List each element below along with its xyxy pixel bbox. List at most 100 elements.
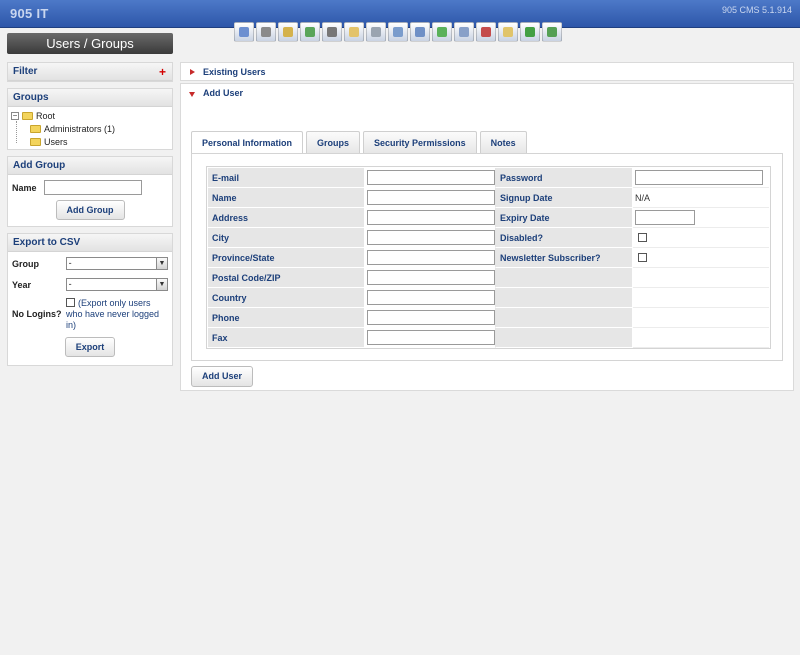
- contact-icon[interactable]: [410, 22, 430, 42]
- tools-icon[interactable]: [476, 22, 496, 42]
- users-icon[interactable]: [256, 22, 276, 42]
- tree-label-users: Users: [44, 137, 68, 147]
- mail-icon[interactable]: [344, 22, 364, 42]
- add-group-button[interactable]: Add Group: [55, 200, 125, 220]
- form-row: E-mail Password: [208, 168, 769, 188]
- form-row: Address Expiry Date: [208, 208, 769, 228]
- folder-icon: [22, 112, 33, 120]
- export-button[interactable]: Export: [64, 337, 116, 357]
- form-row: Name Signup Date N/A: [208, 188, 769, 208]
- tab-bar: Personal Information Groups Security Per…: [191, 131, 530, 154]
- fax-input[interactable]: [367, 330, 495, 345]
- groups-tree: − Root Administrators (1) Users: [8, 107, 172, 149]
- collapse-arrow-icon: [189, 92, 195, 97]
- logout-icon[interactable]: [542, 22, 562, 42]
- main-content: Existing Users Add User Personal Informa…: [180, 62, 794, 391]
- approve-icon[interactable]: [432, 22, 452, 42]
- value-cell: [633, 308, 769, 328]
- filter-heading[interactable]: Filter +: [8, 63, 172, 81]
- value-cell: [633, 208, 769, 228]
- edit-icon[interactable]: [278, 22, 298, 42]
- password-input[interactable]: [635, 170, 763, 185]
- tab-security-permissions[interactable]: Security Permissions: [363, 131, 477, 153]
- no-logins-hint: (Export only users who have never logged…: [66, 298, 160, 330]
- phone-input[interactable]: [367, 310, 495, 325]
- tab-personal-information[interactable]: Personal Information: [191, 131, 304, 154]
- chevron-down-icon[interactable]: ▼: [156, 279, 167, 290]
- province-state-label: Province/State: [208, 248, 365, 268]
- postal-code-zip-label: Postal Code/ZIP: [208, 268, 365, 288]
- disabled-label: Disabled?: [496, 228, 633, 248]
- expand-arrow-icon: [190, 69, 195, 75]
- export-panel: Export to CSV Group - ▼ Year - ▼ No Logi…: [7, 233, 173, 366]
- form-row: Postal Code/ZIP: [208, 268, 769, 288]
- form-icon[interactable]: [454, 22, 474, 42]
- note-icon[interactable]: [498, 22, 518, 42]
- image-add-icon[interactable]: [300, 22, 320, 42]
- filter-panel: Filter +: [7, 62, 173, 82]
- name-input[interactable]: [367, 190, 495, 205]
- export-heading: Export to CSV: [8, 234, 172, 252]
- province-state-input[interactable]: [367, 250, 495, 265]
- expand-plus-icon[interactable]: +: [159, 63, 166, 81]
- country-input[interactable]: [367, 290, 495, 305]
- country-label: Country: [208, 288, 365, 308]
- tab-groups[interactable]: Groups: [306, 131, 361, 153]
- value-cell: [633, 288, 769, 308]
- year-label: Year: [12, 279, 32, 290]
- value-cell: [633, 328, 769, 348]
- tree-node-root[interactable]: − Root: [11, 111, 55, 121]
- year-select[interactable]: - ▼: [65, 278, 168, 291]
- chart-icon[interactable]: [234, 22, 254, 42]
- empty-label-cell: [496, 288, 633, 308]
- newsletter-label: Newsletter Subscriber?: [496, 248, 633, 268]
- personal-info-form: E-mail Password Name Signup Date N/A Address E…: [191, 153, 783, 361]
- tree-node-users[interactable]: Users: [30, 137, 68, 147]
- chevron-down-icon[interactable]: ▼: [156, 258, 167, 269]
- form-row: City Disabled?: [208, 228, 769, 248]
- collapse-icon[interactable]: −: [11, 112, 19, 120]
- add-user-header[interactable]: Add User: [180, 83, 794, 102]
- group-select[interactable]: - ▼: [65, 257, 168, 270]
- main-toolbar: [234, 22, 564, 44]
- empty-label-cell: [496, 308, 633, 328]
- add-user-button[interactable]: Add User: [191, 366, 254, 387]
- groups-panel: Groups − Root Administrators (1) Users: [7, 88, 173, 150]
- newsletter-checkbox[interactable]: [638, 253, 647, 262]
- group-name-input[interactable]: [44, 180, 142, 195]
- e-mail-input[interactable]: [367, 170, 495, 185]
- fax-label: Fax: [208, 328, 365, 348]
- list-icon[interactable]: [388, 22, 408, 42]
- brand-logo-text: 905 IT: [10, 6, 49, 21]
- expiry-date-label: Expiry Date: [496, 208, 633, 228]
- address-input[interactable]: [367, 210, 495, 225]
- empty-label-cell: [496, 268, 633, 288]
- value-cell: N/A: [633, 188, 769, 208]
- password-label: Password: [496, 168, 633, 188]
- tree-node-administrators[interactable]: Administrators (1): [30, 124, 115, 134]
- form-row: Fax: [208, 328, 769, 348]
- tab-notes[interactable]: Notes: [479, 131, 527, 153]
- form-row: Phone: [208, 308, 769, 328]
- no-logins-checkbox[interactable]: [66, 298, 75, 307]
- sidebar: Users / Groups Filter + Groups − Root Ad…: [7, 33, 173, 372]
- disabled-checkbox[interactable]: [638, 233, 647, 242]
- groups-heading: Groups: [8, 89, 172, 107]
- expiry-date-input[interactable]: [635, 210, 695, 225]
- value-cell: [633, 228, 769, 248]
- city-input[interactable]: [367, 230, 495, 245]
- value-cell: [633, 168, 769, 188]
- form-row: Country: [208, 288, 769, 308]
- add-user-panel: Personal Information Groups Security Per…: [180, 102, 794, 391]
- postal-code-zip-input[interactable]: [367, 270, 495, 285]
- signup-date-value: N/A: [635, 192, 651, 203]
- signup-date-label: Signup Date: [496, 188, 633, 208]
- database-icon[interactable]: [366, 22, 386, 42]
- existing-users-header[interactable]: Existing Users: [180, 62, 794, 81]
- version-text: 905 CMS 5.1.914: [721, 5, 792, 15]
- form-row: Province/State Newsletter Subscriber?: [208, 248, 769, 268]
- folder-icon: [30, 138, 41, 146]
- address-label: Address: [208, 208, 365, 228]
- font-icon[interactable]: [322, 22, 342, 42]
- phone-icon[interactable]: [520, 22, 540, 42]
